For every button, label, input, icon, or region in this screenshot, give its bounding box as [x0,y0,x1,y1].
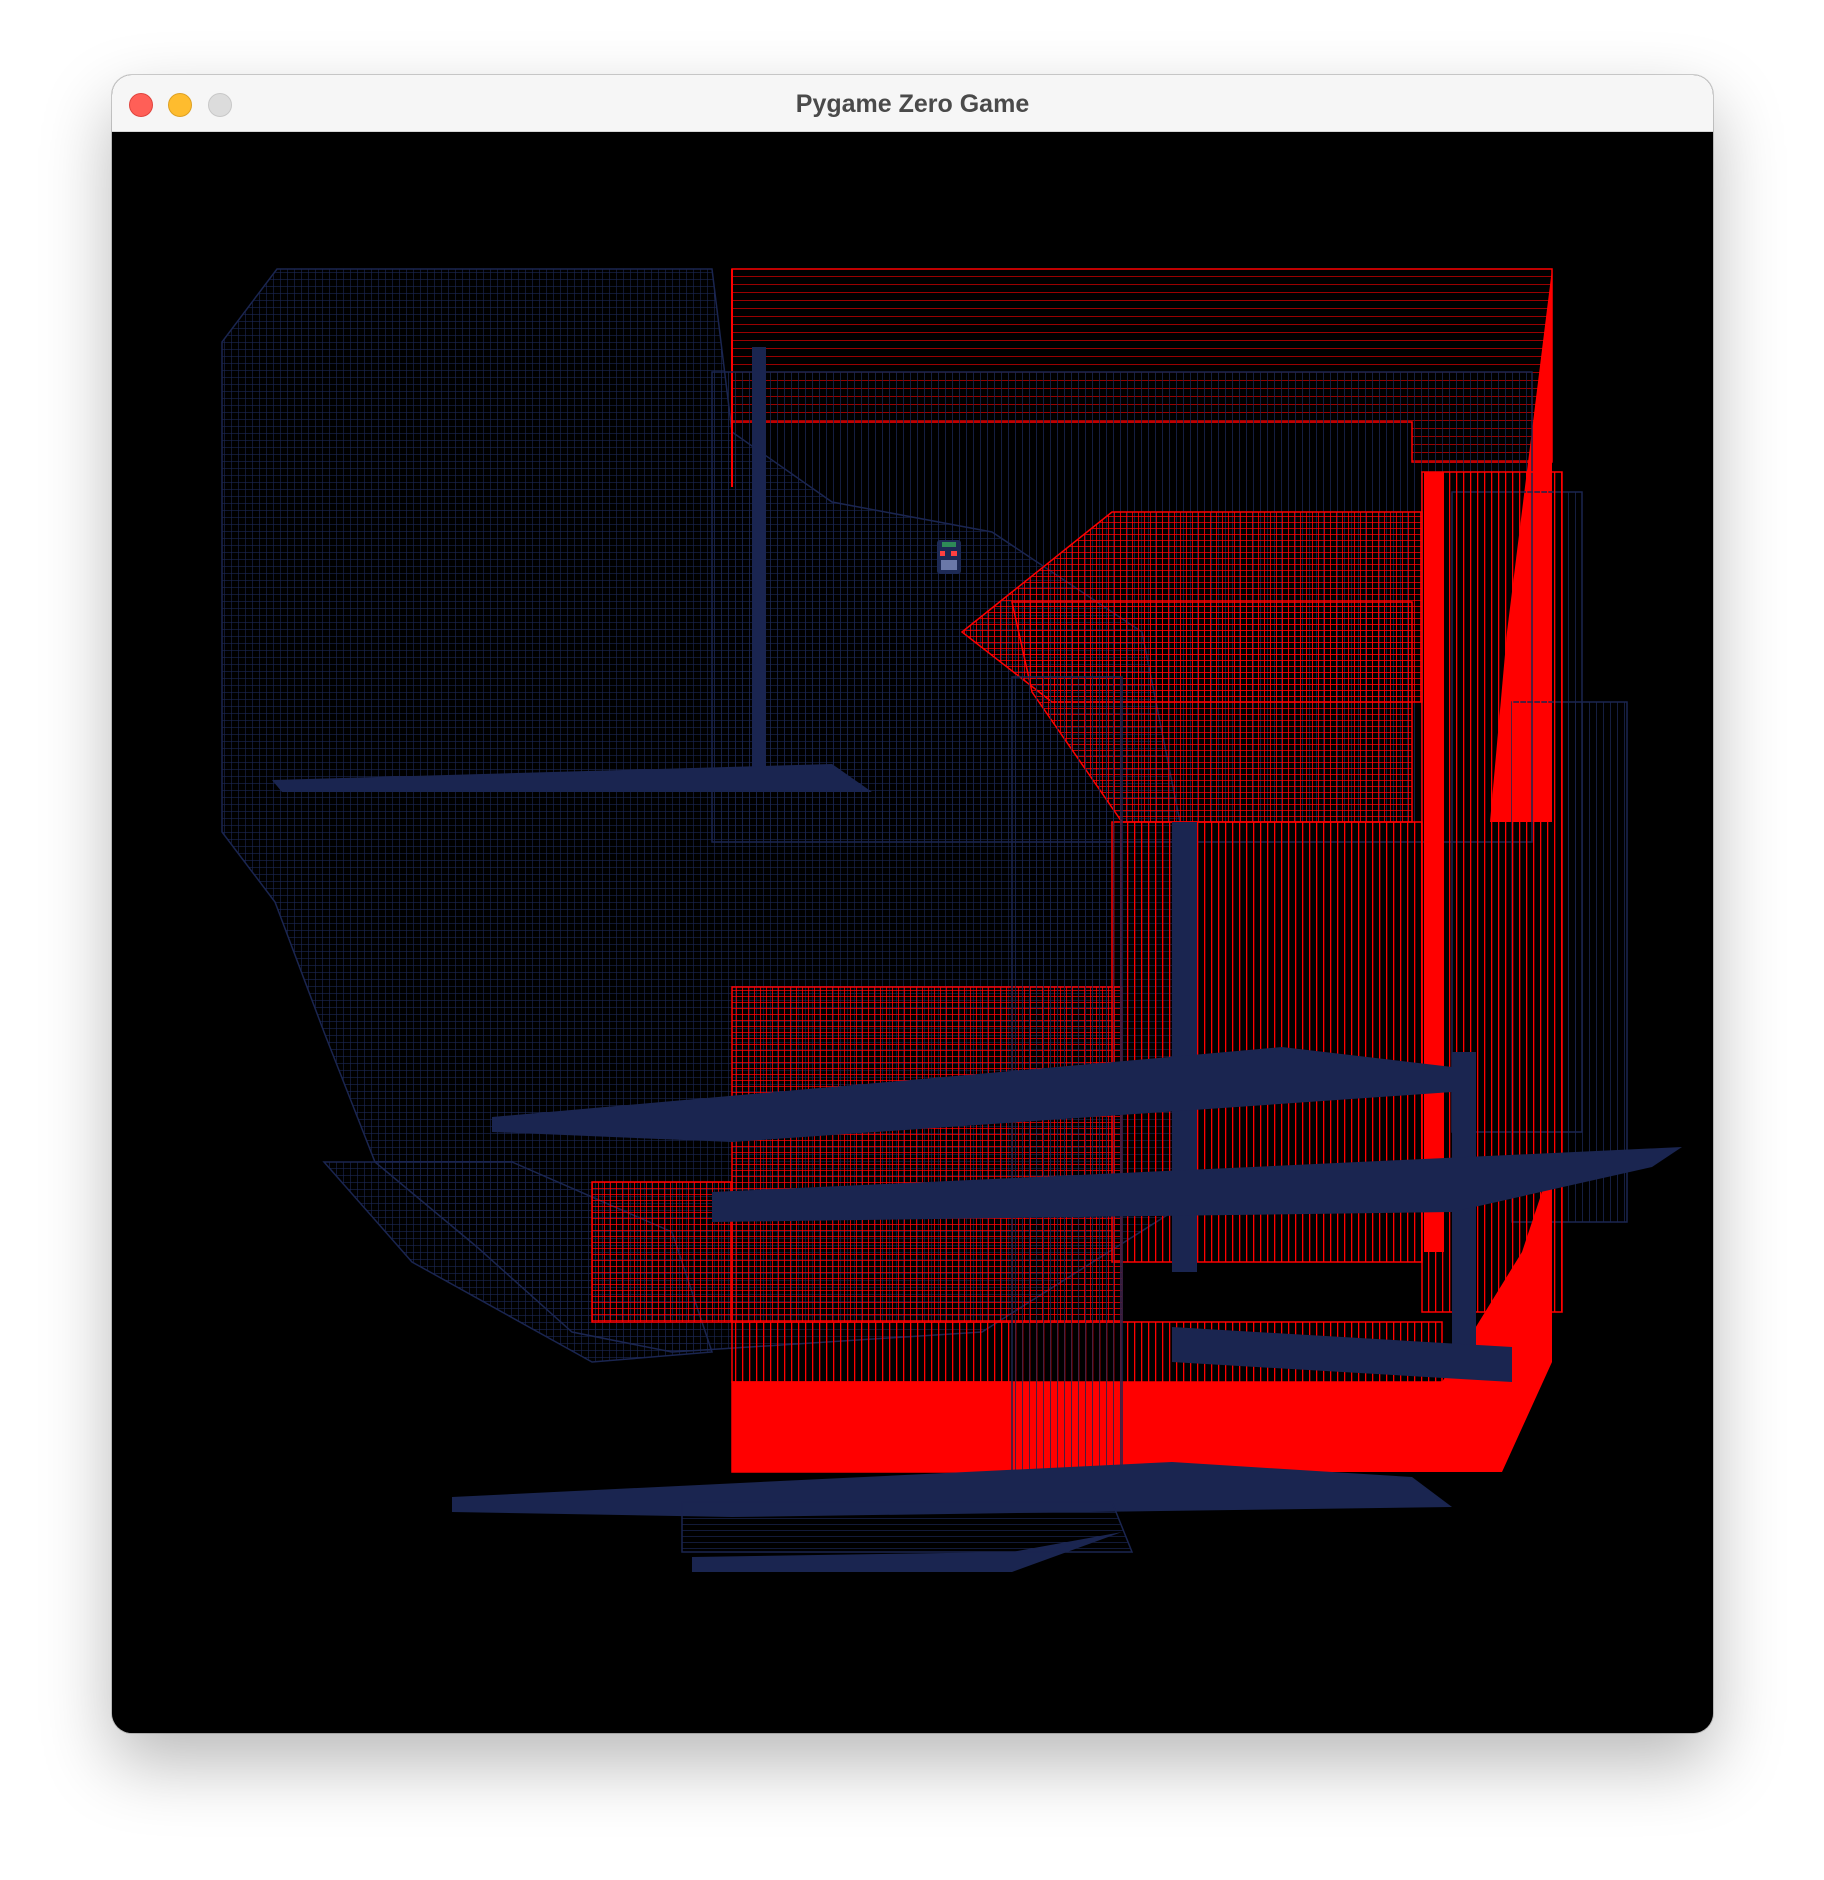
sprite-left-eye [940,551,945,556]
game-window: Pygame Zero Game [112,75,1713,1733]
red-right-solid-strip [1424,472,1444,1252]
navy-right-pillar [1452,1052,1476,1372]
red-bottom-left [591,1181,733,1323]
game-scene [221,268,1682,1572]
sprite-chest [941,560,957,570]
navy-bottom-grid [681,1501,1134,1553]
robot-character-icon [937,540,961,574]
title-bar[interactable]: Pygame Zero Game [112,75,1713,132]
sprite-visor [942,542,956,547]
window-title: Pygame Zero Game [795,90,1030,118]
game-canvas[interactable] [112,132,1713,1733]
red-base-grid [731,1381,1013,1473]
navy-tall-pillar [752,347,766,787]
sprite-right-eye [951,551,957,556]
